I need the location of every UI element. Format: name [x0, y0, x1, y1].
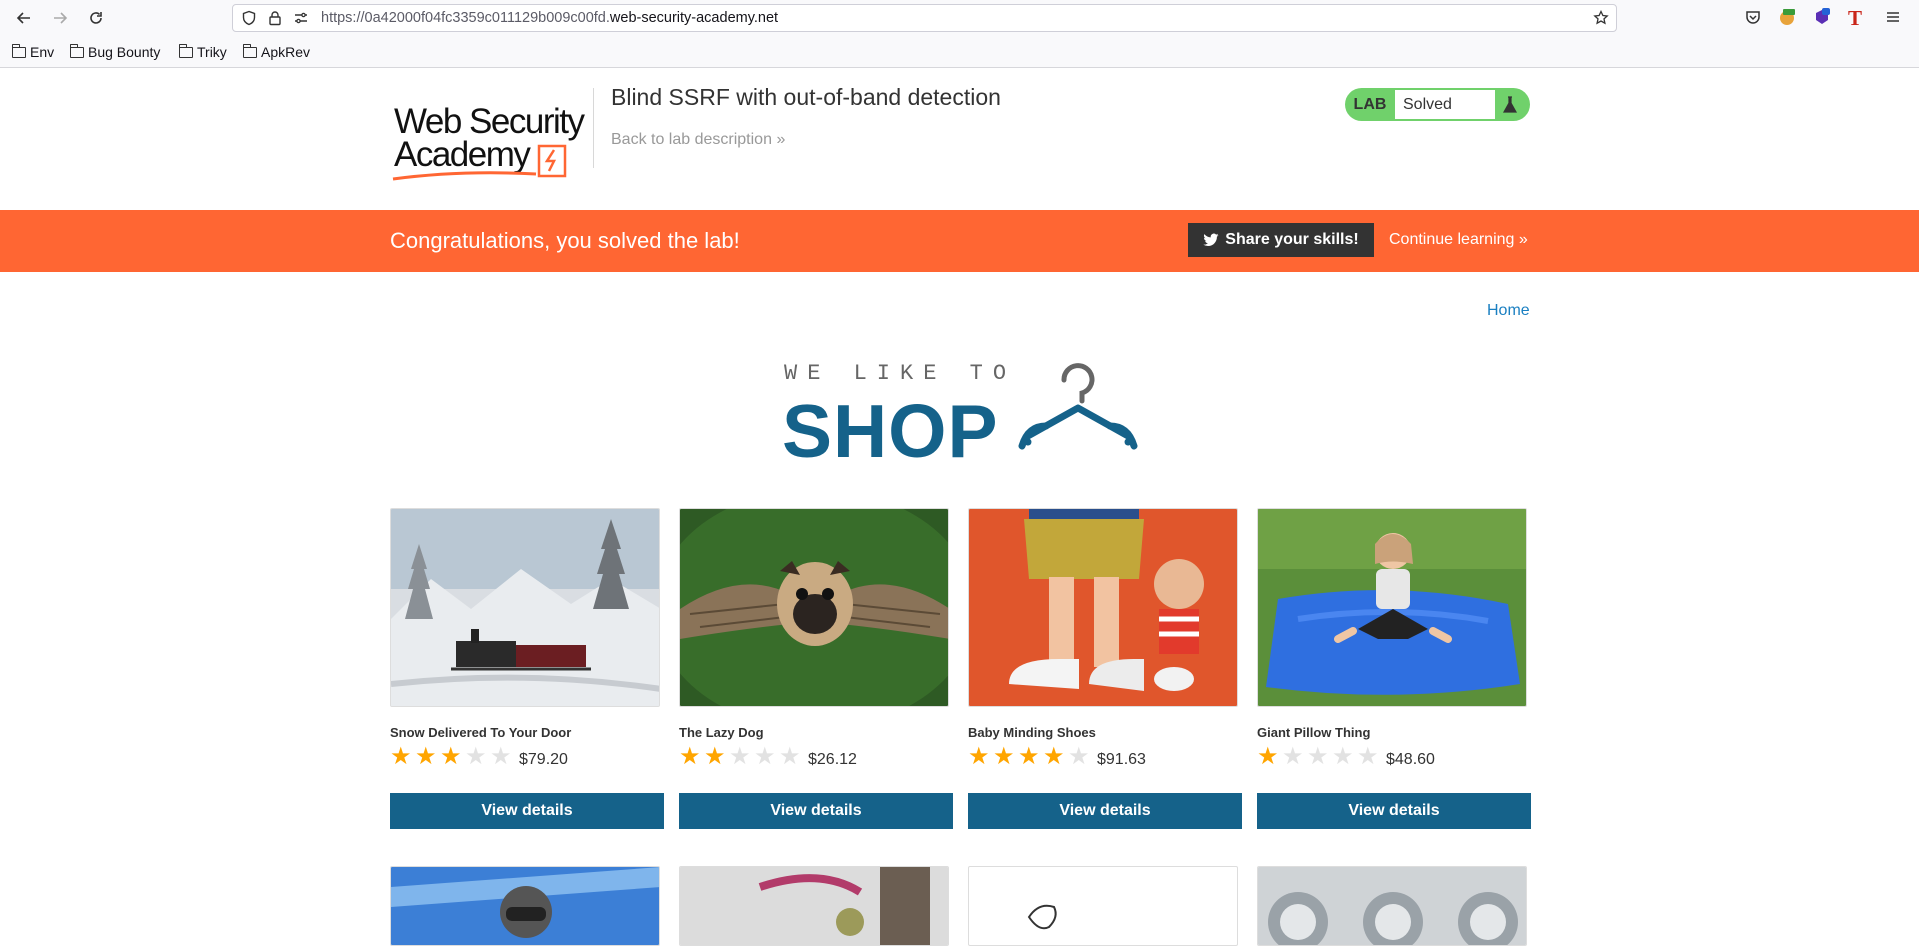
- star-empty-icon: ★: [754, 743, 776, 770]
- star-icon: ★: [704, 743, 726, 770]
- folder-icon: [178, 43, 193, 58]
- bookmark-env[interactable]: Env: [11, 43, 55, 60]
- product-name: The Lazy Dog: [679, 725, 764, 740]
- solved-banner: Congratulations, you solved the lab! Sha…: [0, 210, 1919, 272]
- product-rating: ★ ★ ★ ★ ★ $79.20: [390, 745, 568, 769]
- menu-icon[interactable]: [1884, 8, 1902, 26]
- star-empty-icon: ★: [1068, 743, 1090, 770]
- url-prefix: https://0a42000f04fc3359c011129b009c00fd…: [321, 10, 610, 26]
- continue-label: Continue learning: [1389, 231, 1515, 248]
- product-rating: ★ ★ ★ ★ ★ $48.60: [1257, 745, 1435, 769]
- star-empty-icon: ★: [1357, 743, 1379, 770]
- continue-learning-link[interactable]: Continue learning »: [1389, 231, 1528, 249]
- folder-icon: [11, 43, 26, 58]
- star-icon: ★: [993, 743, 1015, 770]
- double-chevron-icon: »: [1518, 231, 1528, 248]
- shop-tagline: WE LIKE TO: [784, 361, 1017, 386]
- forward-icon[interactable]: [46, 4, 74, 32]
- extension-badge-icon[interactable]: [1813, 8, 1831, 26]
- extension-t-icon[interactable]: T: [1848, 6, 1866, 30]
- double-chevron-icon: »: [776, 131, 786, 148]
- star-empty-icon: ★: [1282, 743, 1304, 770]
- pocket-icon[interactable]: [1744, 8, 1762, 26]
- star-empty-icon: ★: [779, 743, 801, 770]
- status-lab-label: LAB: [1353, 95, 1387, 113]
- view-details-button[interactable]: View details: [679, 793, 953, 829]
- star-icon: ★: [390, 743, 412, 770]
- bookmark-label: Env: [30, 44, 55, 60]
- product-image-snow-train[interactable]: [390, 508, 660, 707]
- view-details-button[interactable]: View details: [390, 793, 664, 829]
- product-price: $26.12: [808, 751, 857, 768]
- product-rating: ★ ★ ★ ★ ★ $91.63: [968, 745, 1146, 769]
- header-divider: [593, 88, 594, 168]
- product-image-giant-pillow[interactable]: [1257, 508, 1527, 707]
- product-image-partial[interactable]: [679, 866, 949, 946]
- status-value: Solved: [1395, 90, 1495, 119]
- logo-bolt-icon: [392, 144, 567, 181]
- hanger-icon: [1018, 363, 1138, 450]
- url-text: https://0a42000f04fc3359c011129b009c00fd…: [321, 10, 778, 26]
- back-link-label: Back to lab description: [611, 131, 772, 148]
- share-skills-button[interactable]: Share your skills!: [1188, 223, 1374, 257]
- share-button-label: Share your skills!: [1225, 231, 1359, 248]
- folder-icon: [69, 43, 84, 58]
- product-image-partial[interactable]: [1257, 866, 1527, 946]
- product-price: $91.63: [1097, 751, 1146, 768]
- bookmark-label: Triky: [197, 44, 227, 60]
- product-image-partial[interactable]: [390, 866, 660, 946]
- product-price: $79.20: [519, 751, 568, 768]
- permissions-icon[interactable]: [293, 10, 309, 26]
- star-icon: ★: [679, 743, 701, 770]
- shop-word: SHOP: [782, 389, 999, 473]
- back-icon[interactable]: [10, 4, 38, 32]
- product-name: Giant Pillow Thing: [1257, 725, 1371, 740]
- star-icon: ★: [1018, 743, 1040, 770]
- back-to-description-link[interactable]: Back to lab description »: [611, 131, 785, 149]
- lab-header: Web Security Academy Blind SSRF with out…: [0, 68, 1919, 210]
- product-image-lazy-dog[interactable]: [679, 508, 949, 707]
- bookmark-label: Bug Bounty: [88, 44, 161, 60]
- star-empty-icon: ★: [729, 743, 751, 770]
- star-icon: ★: [415, 743, 437, 770]
- banner-message: Congratulations, you solved the lab!: [390, 228, 740, 253]
- star-icon: ★: [440, 743, 462, 770]
- lab-title: Blind SSRF with out-of-band detection: [611, 84, 1001, 110]
- product-image-baby-shoes[interactable]: [968, 508, 1238, 707]
- star-icon: ★: [1257, 743, 1279, 770]
- academy-logo[interactable]: Web Security Academy: [391, 84, 591, 181]
- bookmark-apkrev[interactable]: ApkRev: [242, 43, 311, 60]
- reload-icon[interactable]: [82, 4, 110, 32]
- star-empty-icon: ★: [465, 743, 487, 770]
- bookmarks-bar: Env Bug Bounty Triky ApkRev: [0, 36, 1919, 68]
- star-empty-icon: ★: [490, 743, 512, 770]
- bookmark-label: ApkRev: [261, 44, 311, 60]
- url-bar[interactable]: https://0a42000f04fc3359c011129b009c00fd…: [232, 4, 1617, 32]
- product-price: $48.60: [1386, 751, 1435, 768]
- bookmark-triky[interactable]: Triky: [178, 43, 227, 60]
- star-empty-icon: ★: [1307, 743, 1329, 770]
- view-details-button[interactable]: View details: [968, 793, 1242, 829]
- star-icon: ★: [968, 743, 990, 770]
- lab-status-widget: LAB Solved: [1345, 88, 1530, 121]
- twitter-icon: [1203, 233, 1219, 246]
- star-icon: ★: [1043, 743, 1065, 770]
- home-link[interactable]: Home: [1487, 302, 1530, 320]
- product-rating: ★ ★ ★ ★ ★ $26.12: [679, 745, 857, 769]
- product-image-partial[interactable]: [968, 866, 1238, 946]
- product-name: Baby Minding Shoes: [968, 725, 1096, 740]
- shop-logo: WE LIKE TO SHOP: [780, 356, 1140, 473]
- url-domain: web-security-academy.net: [609, 10, 779, 26]
- product-name: Snow Delivered To Your Door: [390, 725, 572, 740]
- shield-icon[interactable]: [241, 10, 257, 26]
- bookmark-bug-bounty[interactable]: Bug Bounty: [69, 43, 161, 60]
- browser-toolbar: https://0a42000f04fc3359c011129b009c00fd…: [0, 0, 1919, 36]
- star-empty-icon: ★: [1332, 743, 1354, 770]
- bookmark-star-icon[interactable]: [1593, 10, 1609, 26]
- folder-icon: [242, 43, 257, 58]
- lock-icon[interactable]: [267, 10, 283, 26]
- extension-local-icon[interactable]: [1778, 8, 1796, 26]
- flask-icon: [1495, 88, 1525, 121]
- view-details-button[interactable]: View details: [1257, 793, 1531, 829]
